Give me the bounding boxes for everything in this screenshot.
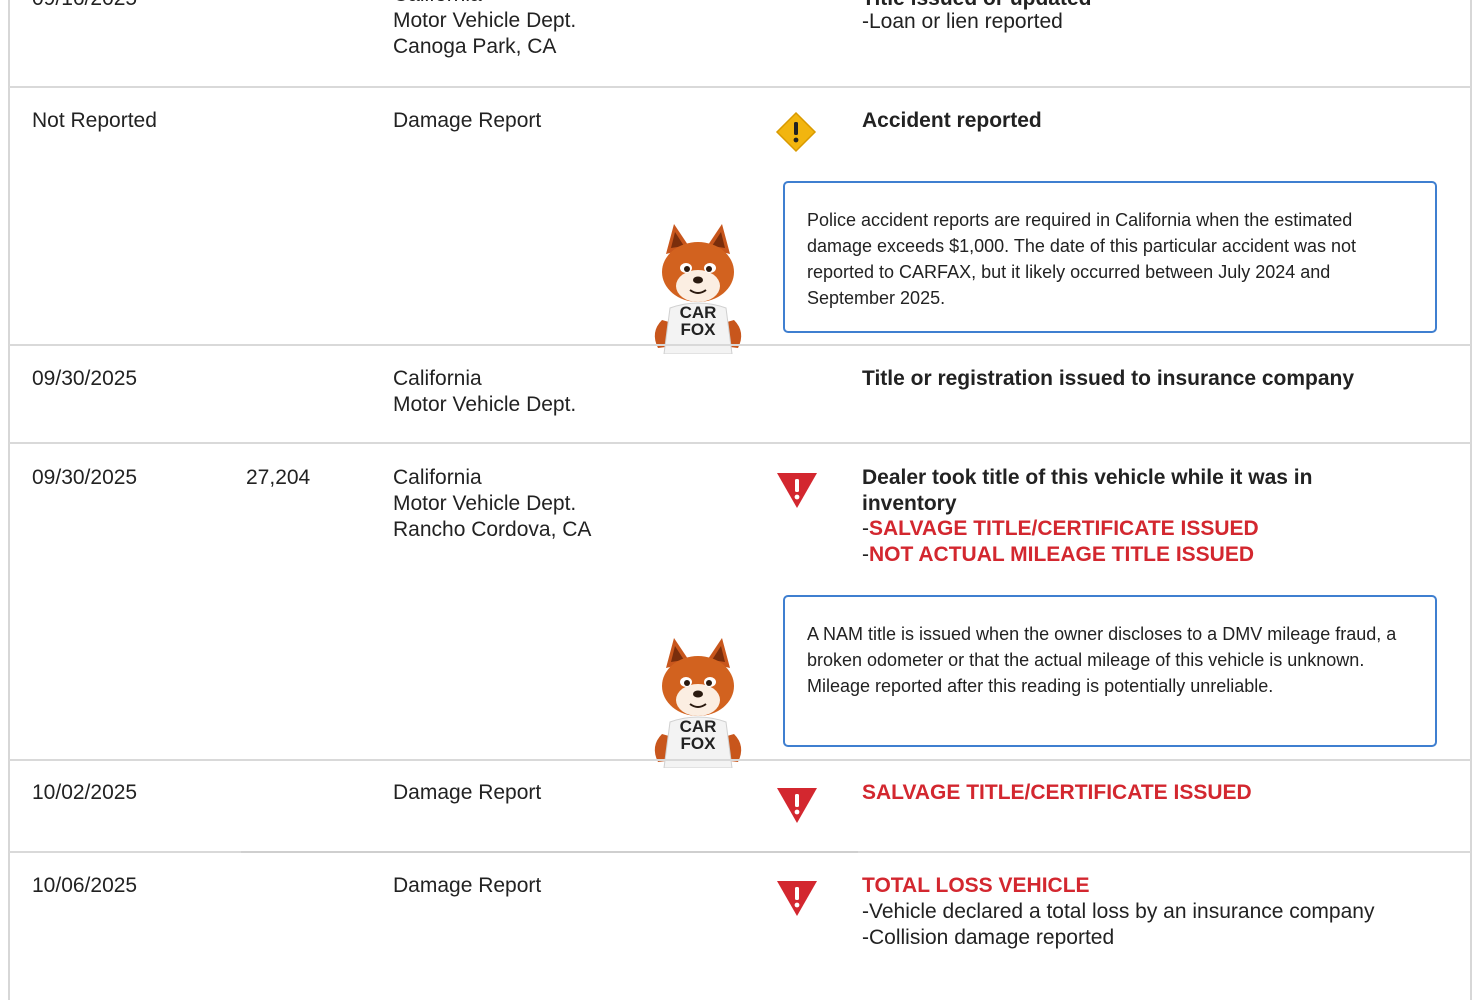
row-source: Damage Report	[393, 874, 542, 897]
row-divider	[9, 344, 1471, 346]
comment-line: -Loan or lien reported	[862, 10, 1063, 33]
alert-triangle-icon	[777, 881, 817, 916]
row-date: 09/30/2025	[32, 466, 138, 489]
svg-text:FOX: FOX	[681, 734, 717, 753]
row-date: 09/16/2025	[32, 0, 137, 12]
alert-line: -SALVAGE TITLE/CERTIFICATE ISSUED	[862, 517, 1259, 540]
row-date: 10/06/2025	[32, 874, 138, 897]
row-source: Damage Report	[393, 781, 542, 804]
row-source: California Motor Vehicle Dept. Rancho Co…	[393, 465, 591, 543]
comment-title: Dealer took title of this vehicle while …	[862, 466, 1313, 489]
source-line: Canoga Park, CA	[393, 35, 557, 58]
row-divider	[241, 851, 858, 853]
history-table-frame	[8, 0, 1472, 1000]
row-mileage: 27,204	[246, 466, 311, 489]
row-divider	[9, 851, 241, 853]
alert-title: TOTAL LOSS VEHICLE	[862, 874, 1090, 897]
row-divider	[858, 851, 1471, 853]
row-date: 10/02/2025	[32, 781, 138, 804]
source-line: California	[393, 0, 576, 8]
source-line: Motor Vehicle Dept.	[393, 393, 577, 416]
alert-title: SALVAGE TITLE/CERTIFICATE ISSUED	[862, 781, 1252, 804]
row-source: California Motor Vehicle Dept. Canoga Pa…	[393, 0, 576, 60]
alert-line: -NOT ACTUAL MILEAGE TITLE ISSUED	[862, 543, 1255, 566]
source-line: California	[393, 466, 482, 489]
row-divider	[9, 86, 1471, 88]
source-line: Motor Vehicle Dept.	[393, 9, 577, 32]
row-source: Damage Report	[393, 109, 542, 132]
row-date: Not Reported	[32, 109, 157, 132]
info-note: A NAM title is issued when the owner dis…	[783, 595, 1437, 747]
alert-triangle-icon	[777, 473, 817, 508]
comment-title: Accident reported	[862, 109, 1042, 132]
row-divider	[9, 442, 1471, 444]
comment-line: -Vehicle declared a total loss by an ins…	[862, 900, 1375, 923]
row-date: 09/30/2025	[32, 367, 138, 390]
source-line: Motor Vehicle Dept.	[393, 492, 577, 515]
alert-triangle-icon	[777, 788, 817, 823]
comment-title: inventory	[862, 492, 957, 515]
carfox-mascot-icon: CAR FOX	[654, 638, 742, 768]
source-line: California	[393, 367, 482, 390]
row-divider	[9, 759, 1471, 761]
svg-text:FOX: FOX	[681, 320, 717, 339]
carfox-mascot-icon: CAR FOX	[654, 224, 742, 354]
info-note: Police accident reports are required in …	[783, 181, 1437, 333]
row-source: California Motor Vehicle Dept.	[393, 366, 576, 418]
warning-diamond-icon	[775, 111, 817, 153]
comment-line: -Collision damage reported	[862, 926, 1115, 949]
comment-title: Title or registration issued to insuranc…	[862, 367, 1355, 390]
source-line: Rancho Cordova, CA	[393, 518, 592, 541]
